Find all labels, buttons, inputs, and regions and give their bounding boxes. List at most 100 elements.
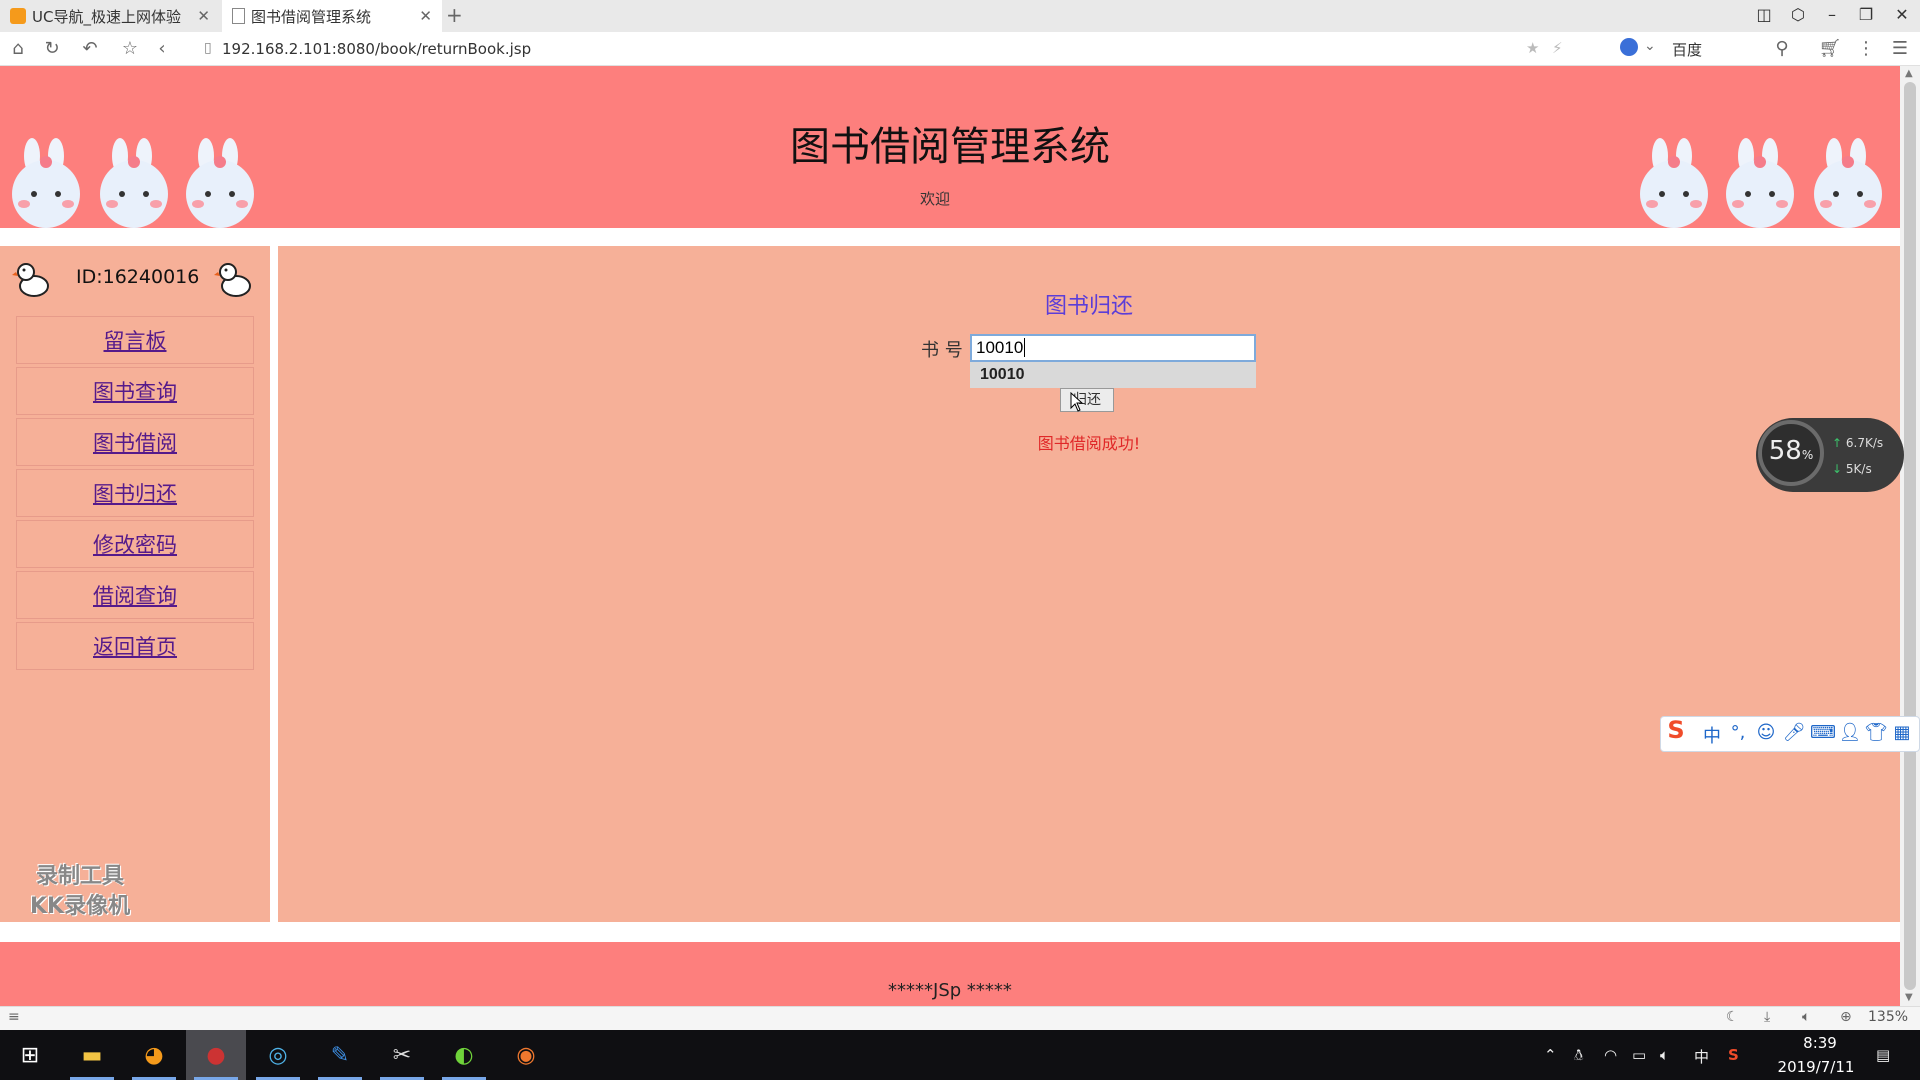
bunny-icon xyxy=(1726,138,1794,228)
clock-time[interactable]: 8:39 xyxy=(1790,1034,1850,1052)
bunny-icon xyxy=(1640,138,1708,228)
reload-icon[interactable]: ↻ xyxy=(40,38,64,59)
new-tab-button[interactable]: + xyxy=(446,3,463,27)
isbn-input[interactable]: 10010 xyxy=(970,334,1256,362)
bunny-icon xyxy=(186,138,254,228)
app-icon[interactable]: ● xyxy=(186,1030,246,1080)
web-page: 图书借阅管理系统 欢迎 ID:16240016 留言板 图书查询 图书借阅 图书… xyxy=(0,66,1900,1006)
page-title: 图书借阅管理系统 xyxy=(790,124,1110,170)
download-value: 5K/s xyxy=(1845,462,1872,476)
file-explorer-icon[interactable]: ▬ xyxy=(62,1030,122,1080)
page-header: 图书借阅管理系统 欢迎 xyxy=(0,66,1900,228)
ime-mode[interactable]: 中 xyxy=(1700,722,1724,748)
input-language[interactable]: 中 xyxy=(1694,1046,1709,1067)
start-button[interactable]: ⊞ xyxy=(0,1030,60,1080)
welcome-text: 欢迎 xyxy=(919,190,950,208)
tab-label: 图书借阅管理系统 xyxy=(251,7,372,26)
uc-browser-icon[interactable]: ◕ xyxy=(124,1030,184,1080)
sidebar-item-change-password[interactable]: 修改密码 xyxy=(16,520,254,568)
app-icon[interactable]: ◐ xyxy=(434,1030,494,1080)
close-window-icon[interactable]: ✕ xyxy=(1890,5,1914,24)
scrollbar-thumb[interactable] xyxy=(1904,82,1916,990)
tab-label: UC导航_极速上网体验 xyxy=(32,7,181,26)
sogou-logo-icon[interactable]: S xyxy=(1664,716,1688,744)
zoom-level[interactable]: 135% xyxy=(1868,1009,1908,1025)
keyboard-icon[interactable]: ⌨ xyxy=(1810,722,1836,743)
back-icon[interactable]: ‹ xyxy=(150,38,174,59)
scroll-down-icon[interactable]: ▼ xyxy=(1905,992,1913,1003)
volume-icon[interactable]: 🔈︎ xyxy=(1660,1046,1669,1064)
search-icon[interactable]: ⚲ xyxy=(1770,38,1794,59)
scroll-up-icon[interactable]: ▲ xyxy=(1905,68,1913,79)
search-engine-label[interactable]: 百度 xyxy=(1672,39,1702,60)
duck-icon xyxy=(214,263,251,297)
close-icon[interactable]: ✕ xyxy=(197,7,210,25)
punctuation-icon[interactable]: °, xyxy=(1726,722,1750,743)
skin-icon[interactable]: 👕︎ xyxy=(1864,722,1888,743)
search-engine-icon[interactable] xyxy=(1620,38,1638,56)
undo-icon[interactable]: ↶ xyxy=(78,38,102,59)
sidebar-item-book-search[interactable]: 图书查询 xyxy=(16,367,254,415)
bunny-icon xyxy=(100,138,168,228)
app-icon[interactable]: ◎ xyxy=(248,1030,308,1080)
browser-status-bar xyxy=(0,1006,1920,1031)
uc-logo-icon xyxy=(10,8,26,24)
qq-icon[interactable]: 🐧︎ xyxy=(1574,1046,1583,1066)
app-icon[interactable]: ◉ xyxy=(496,1030,556,1080)
sogou-tray-icon[interactable]: S xyxy=(1728,1046,1739,1064)
lightning-icon[interactable]: ⚡ xyxy=(1552,39,1563,57)
grid-icon[interactable]: ▦ xyxy=(1890,722,1914,743)
star-icon[interactable]: ★ xyxy=(1526,39,1539,57)
chevron-up-icon[interactable]: ⌃ xyxy=(1544,1046,1557,1064)
microphone-icon[interactable]: 🎤︎ xyxy=(1782,722,1806,743)
notification-icon[interactable]: ▤ xyxy=(1876,1046,1890,1064)
cart-icon[interactable]: 🛒︎ xyxy=(1818,38,1842,59)
zoom-icon[interactable]: ⊕ xyxy=(1840,1009,1852,1025)
upload-speed: ↑ 6.7K/s xyxy=(1832,436,1883,450)
app-icon[interactable]: ✎ xyxy=(310,1030,370,1080)
isbn-label: 书 号 xyxy=(921,340,963,361)
isbn-input-value: 10010 xyxy=(976,338,1024,357)
sidebar-item-home[interactable]: 返回首页 xyxy=(16,622,254,670)
form-title: 图书归还 xyxy=(1044,294,1133,319)
clock-date[interactable]: 2019/7/11 xyxy=(1766,1058,1866,1076)
emoji-icon[interactable]: ☺ xyxy=(1754,722,1778,743)
cpu-value: 58 xyxy=(1768,436,1802,466)
autocomplete-suggestion[interactable]: 10010 xyxy=(970,362,1256,388)
user-id: ID:16240016 xyxy=(76,266,200,288)
wifi-icon[interactable]: ◠ xyxy=(1604,1046,1617,1064)
skin-icon[interactable]: ⬡ xyxy=(1786,5,1810,24)
battery-icon[interactable]: ▭ xyxy=(1632,1046,1646,1064)
bookmark-icon[interactable]: ☆ xyxy=(118,38,142,59)
watermark-line: 录制工具 xyxy=(36,864,125,889)
tab-book-system[interactable]: 图书借阅管理系统 ✕ xyxy=(222,0,442,32)
chevron-down-icon[interactable]: ⌄ xyxy=(1644,38,1656,54)
home-icon[interactable]: ⌂ xyxy=(6,38,30,59)
tools-icon[interactable]: ✂ xyxy=(372,1030,432,1080)
status-message: 图书借阅成功! xyxy=(1037,434,1141,453)
arrow-up-icon: ↑ xyxy=(1832,436,1843,450)
bunny-icon xyxy=(1814,138,1882,228)
recorder-watermark: 录制工具 KK录像机 xyxy=(30,862,130,922)
minimize-icon[interactable]: – xyxy=(1820,5,1844,24)
more-icon[interactable]: ⋮ xyxy=(1854,38,1878,59)
sound-icon[interactable]: 🔈︎ xyxy=(1802,1009,1810,1025)
sidebar-toggle-icon[interactable]: ◫ xyxy=(1752,5,1776,24)
main-content: 图书归还 书 号 10010 10010 归还 图书借阅成功! xyxy=(278,246,1900,922)
tab-uc-navigation[interactable]: UC导航_极速上网体验 ✕ xyxy=(0,0,220,32)
sidebar-item-book-borrow[interactable]: 图书借阅 xyxy=(16,418,254,466)
url-field[interactable]: 192.168.2.101:8080/book/returnBook.jsp xyxy=(222,40,531,58)
sidebar-item-book-return[interactable]: 图书归还 xyxy=(16,469,254,517)
return-button[interactable]: 归还 xyxy=(1060,388,1114,412)
night-mode-icon[interactable]: ☾ xyxy=(1726,1009,1739,1025)
sidebar-item-borrow-query[interactable]: 借阅查询 xyxy=(16,571,254,619)
sidebar-item-message-board[interactable]: 留言板 xyxy=(16,316,254,364)
menu-icon[interactable]: ☰ xyxy=(1888,38,1912,59)
user-icon[interactable]: 👤︎ xyxy=(1838,722,1862,743)
close-icon[interactable]: ✕ xyxy=(419,7,432,25)
download-icon[interactable]: ⤓ xyxy=(1764,1009,1770,1025)
list-icon[interactable]: ≡ xyxy=(8,1009,20,1025)
sidebar: ID:16240016 留言板 图书查询 图书借阅 图书归还 修改密码 借阅查询… xyxy=(0,246,270,922)
watermark-line: KK录像机 xyxy=(30,894,131,919)
restore-icon[interactable]: ❐ xyxy=(1854,5,1878,24)
